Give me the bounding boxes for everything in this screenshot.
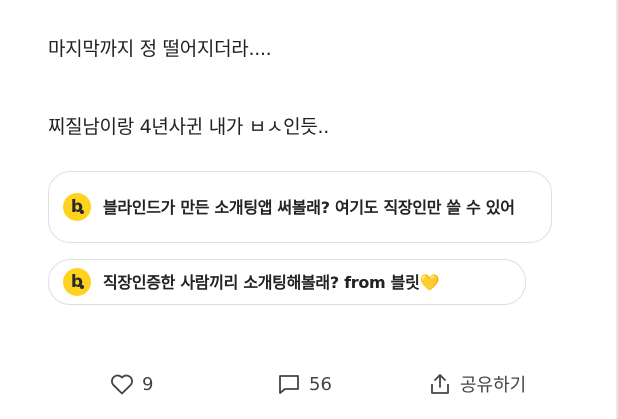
post-body-line: 찌질남이랑 4년사귄 내가 ㅂㅅ인듯.. [48,116,330,138]
logo-letter: b [70,272,84,292]
promo-link-dating-app[interactable]: b 블라인드가 만든 소개팅앱 써볼래? 여기도 직장인만 쓸 수 있어 [48,171,552,243]
share-icon [431,374,449,394]
like-button[interactable]: 9 [110,371,153,397]
like-count: 9 [142,373,154,395]
share-label: 공유하기 [460,375,527,396]
logo-letter: b [70,197,84,217]
post-view: 마지막까지 정 떨어지더라.... 찌질남이랑 4년사귄 내가 ㅂㅅ인듯.. b… [0,0,618,419]
comment-icon [279,375,299,394]
promo-text: 블라인드가 만든 소개팅앱 써볼래? 여기도 직장인만 쓸 수 있어 [103,197,515,217]
promo-text: 직장인증한 사람끼리 소개팅해볼래? from 블릿💛 [103,272,440,292]
blind-logo-icon: b [63,268,91,296]
post-body-line: 마지막까지 정 떨어지더라.... [48,38,272,60]
comment-count: 56 [309,373,332,395]
post-actions-bar: 9 56 공유하기 [0,371,618,397]
heart-icon [111,374,133,395]
comment-button[interactable]: 56 [277,371,332,397]
blind-logo-icon: b [63,193,91,221]
share-button[interactable]: 공유하기 [428,371,526,397]
promo-link-blit[interactable]: b 직장인증한 사람끼리 소개팅해볼래? from 블릿💛 [48,259,526,305]
